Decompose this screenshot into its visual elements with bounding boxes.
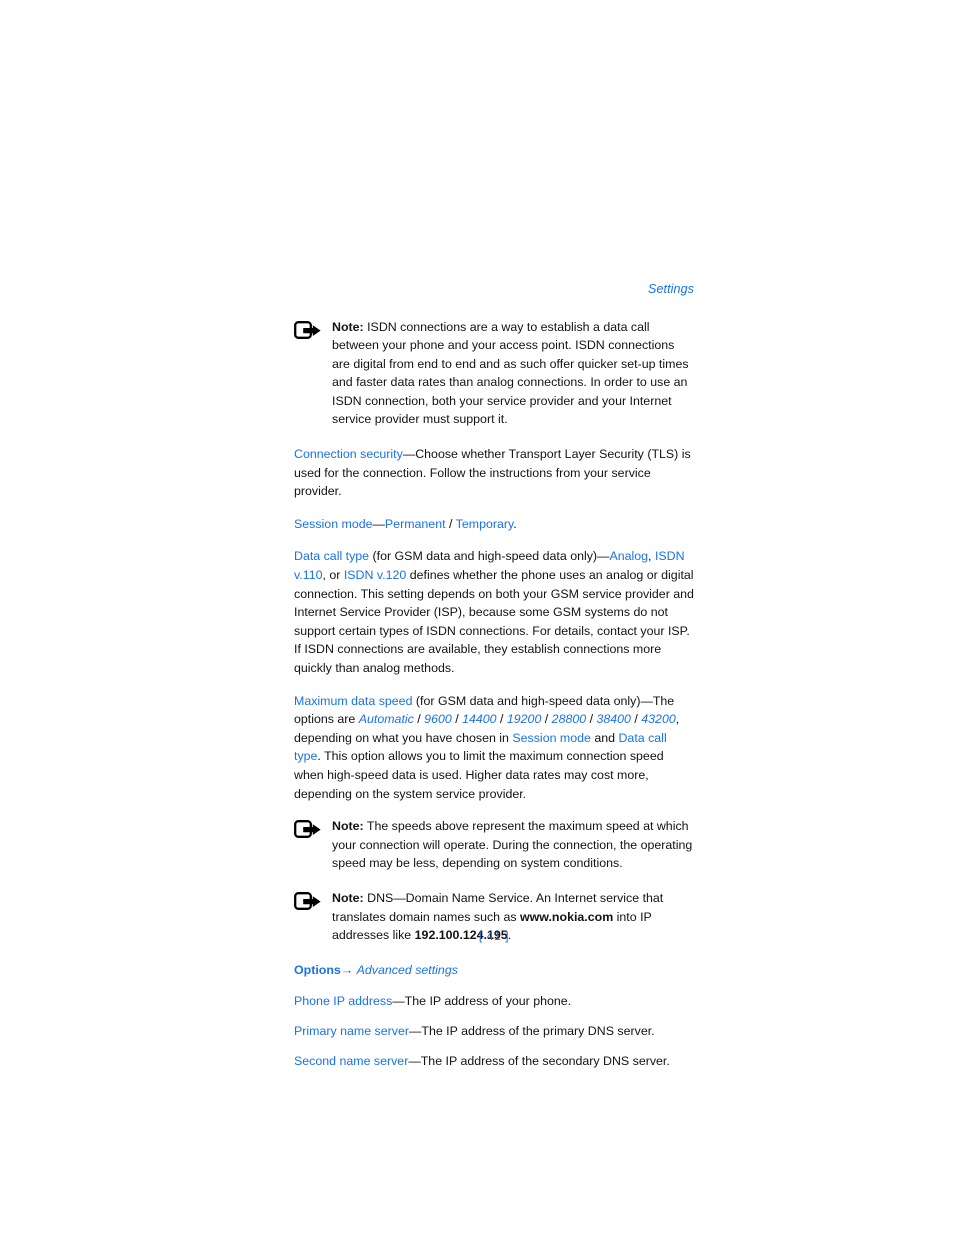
paragraph-session-mode: Session mode—Permanent / Temporary. <box>294 515 694 534</box>
option-separator: / <box>413 712 425 727</box>
speed-option-automatic: Automatic <box>358 712 414 727</box>
option-separator: / <box>586 712 597 727</box>
paragraph-primary-name-server: Primary name server—The IP address of th… <box>294 1022 694 1041</box>
speed-option-38400: 38400 <box>596 712 631 727</box>
term-primary-name-server: Primary name server <box>294 1023 409 1038</box>
session-mode-dash: — <box>372 516 385 531</box>
note-isdn-body: ISDN connections are a way to establish … <box>332 319 689 427</box>
speed-option-14400: 14400 <box>462 712 497 727</box>
menu-target-advanced-settings: Advanced settings <box>356 962 458 977</box>
maximum-data-speed-conjunction: and <box>590 730 619 745</box>
note-arrow-icon <box>294 891 322 912</box>
right-arrow-icon: → <box>340 962 354 977</box>
body-data-call-type: defines whether the phone uses an analog… <box>294 568 694 675</box>
note-arrow-icon <box>294 320 322 341</box>
note-block-speeds: Note: The speeds above represent the max… <box>294 817 694 873</box>
paragraph-data-call-type: Data call type (for GSM data and high-sp… <box>294 547 694 677</box>
paragraph-maximum-data-speed: Maximum data speed (for GSM data and hig… <box>294 692 694 804</box>
page-number: [ 41 ] <box>478 929 510 943</box>
document-page: Settings Note: ISDN connections are a wa… <box>0 0 954 1235</box>
value-temporary: Temporary <box>455 516 514 531</box>
term-phone-ip-address: Phone IP address <box>294 994 393 1009</box>
paragraph-connection-security: Connection security—Choose whether Trans… <box>294 445 694 501</box>
note-label: Note: <box>332 819 364 834</box>
session-mode-separator: / <box>445 516 456 531</box>
term-maximum-data-speed: Maximum data speed <box>294 693 413 708</box>
term-data-call-type: Data call type <box>294 549 370 564</box>
note-label: Note: <box>332 319 364 334</box>
option-separator: / <box>496 712 507 727</box>
paragraph-second-name-server: Second name server—The IP address of the… <box>294 1052 694 1071</box>
menu-label-options: Options <box>294 962 341 977</box>
term-second-name-server: Second name server <box>294 1053 409 1068</box>
speed-option-43200: 43200 <box>641 712 676 727</box>
note-block-isdn: Note: ISDN connections are a way to esta… <box>294 318 694 430</box>
term-session-mode: Session mode <box>294 516 373 531</box>
note-speeds-text: Note: The speeds above represent the max… <box>332 817 694 873</box>
option-separator: / <box>541 712 552 727</box>
option-separator: / <box>451 712 463 727</box>
body-phone-ip-address: —The IP address of your phone. <box>392 994 572 1009</box>
page-content: Settings Note: ISDN connections are a wa… <box>294 283 694 1081</box>
value-isdn-v120: ISDN v.120 <box>343 568 407 583</box>
value-analog: Analog <box>609 549 649 564</box>
paragraph-phone-ip-address: Phone IP address—The IP address of your … <box>294 992 694 1011</box>
body-primary-name-server: —The IP address of the primary DNS serve… <box>408 1023 655 1038</box>
speed-option-28800: 28800 <box>551 712 587 727</box>
dns-domain-example: www.nokia.com <box>520 909 614 924</box>
maximum-data-speed-options: Automatic / 9600 / 14400 / 19200 / 28800… <box>359 712 676 726</box>
body-second-name-server: —The IP address of the secondary DNS ser… <box>408 1053 670 1068</box>
data-call-type-sep-1: , <box>648 549 655 564</box>
note-arrow-icon <box>294 820 322 840</box>
running-head: Settings <box>648 282 694 296</box>
term-connection-security: Connection security <box>294 447 403 462</box>
ref-session-mode: Session mode <box>512 730 591 745</box>
note-isdn-text: Note: ISDN connections are a way to esta… <box>332 318 694 430</box>
menu-path-advanced-settings: Options→ Advanced settings <box>294 961 694 980</box>
speed-option-9600: 9600 <box>424 712 452 727</box>
note-speeds-body: The speeds above represent the maximum s… <box>332 819 693 871</box>
session-mode-period: . <box>513 516 517 531</box>
option-separator: / <box>630 712 642 727</box>
speed-option-19200: 19200 <box>506 712 542 727</box>
body-maximum-data-speed: . This option allows you to limit the ma… <box>294 749 664 801</box>
data-call-type-sep-2: , or <box>322 568 344 583</box>
note-label: Note: <box>332 890 364 905</box>
value-permanent: Permanent <box>384 516 446 531</box>
data-call-type-qualifier: (for GSM data and high-speed data only)— <box>369 549 610 564</box>
